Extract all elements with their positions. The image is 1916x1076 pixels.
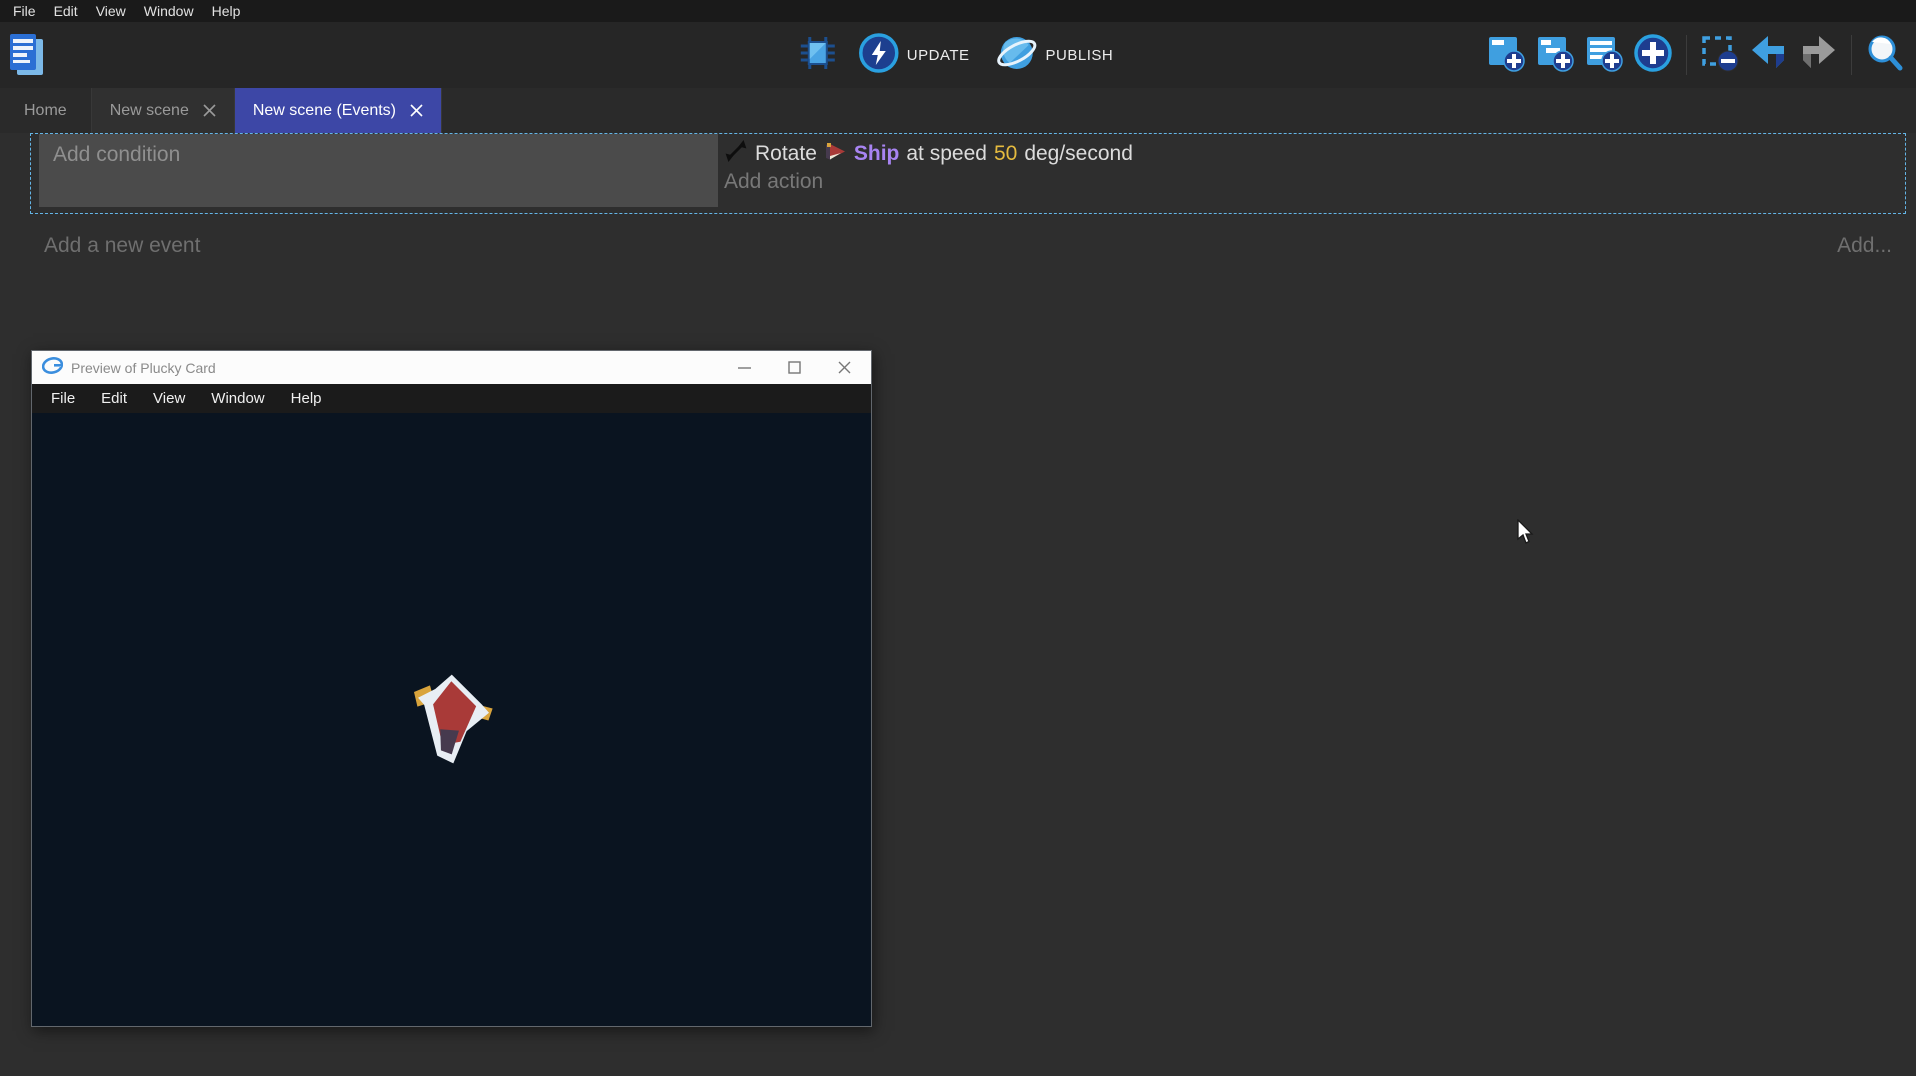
action-suffix-text: deg/second — [1024, 142, 1133, 166]
preview-menubar: File Edit View Window Help — [32, 384, 871, 413]
minimize-icon[interactable] — [737, 361, 751, 375]
update-label: UPDATE — [907, 47, 970, 64]
tab-home-label: Home — [24, 102, 67, 120]
menu-view[interactable]: View — [87, 0, 135, 22]
close-icon[interactable] — [837, 361, 851, 375]
action-object-name: Ship — [854, 142, 900, 166]
selected-event-row[interactable]: Add condition Rotate — [30, 133, 1906, 214]
preview-window-title: Preview of Plucky Card — [71, 360, 216, 376]
action-middle-text: at speed — [906, 142, 987, 166]
add-condition-placeholder: Add condition — [53, 143, 180, 166]
remove-selection-button[interactable] — [1699, 34, 1741, 76]
update-lightning-icon — [859, 33, 899, 78]
debugger-bug-icon — [798, 34, 838, 77]
publish-label: PUBLISH — [1046, 47, 1114, 64]
add-comment-icon — [1583, 33, 1625, 78]
rotate-arrows-icon — [724, 139, 748, 169]
update-button[interactable]: UPDATE — [853, 29, 976, 82]
main-toolbar: UPDATE PUBLISH — [0, 22, 1916, 88]
maximize-icon[interactable] — [787, 361, 801, 375]
publish-planet-icon — [996, 33, 1038, 78]
tab-new-scene-events[interactable]: New scene (Events) — [235, 88, 442, 133]
tab-home[interactable]: Home — [0, 88, 92, 133]
preview-titlebar[interactable]: Preview of Plucky Card — [32, 351, 871, 384]
preview-menu-view[interactable]: View — [140, 390, 198, 407]
preview-menu-edit[interactable]: Edit — [88, 390, 140, 407]
add-condition-zone[interactable]: Add condition — [39, 134, 718, 207]
redo-icon — [1797, 34, 1839, 77]
preview-menu-file[interactable]: File — [38, 390, 88, 407]
menu-edit[interactable]: Edit — [45, 0, 87, 22]
add-action-zone[interactable]: Add action — [724, 170, 1905, 194]
add-sub-event-button[interactable] — [1534, 34, 1576, 76]
add-new-event-icon — [1485, 33, 1527, 78]
preview-menu-help[interactable]: Help — [278, 390, 335, 407]
search-events-button[interactable] — [1864, 34, 1906, 76]
add-comment-button[interactable] — [1583, 34, 1625, 76]
add-new-event-label: Add a new event — [44, 234, 200, 258]
undo-icon — [1748, 34, 1790, 77]
add-sub-event-icon — [1534, 33, 1576, 78]
publish-button[interactable]: PUBLISH — [990, 29, 1120, 82]
editor-tabbar: Home New scene New scene (Events) — [0, 88, 1916, 133]
window-controls — [737, 361, 861, 375]
toolbar-separator — [1851, 35, 1852, 75]
project-manager-button[interactable] — [7, 31, 47, 79]
search-icon — [1865, 33, 1905, 78]
undo-button[interactable] — [1748, 34, 1790, 76]
menu-window[interactable]: Window — [135, 0, 203, 22]
tab-new-scene-label: New scene — [110, 102, 189, 120]
remove-selection-icon — [1699, 33, 1741, 78]
close-tab-icon[interactable] — [203, 104, 216, 117]
action-verb: Rotate — [755, 142, 817, 166]
add-event-button[interactable]: Add... — [1837, 234, 1892, 258]
debugger-button[interactable] — [797, 34, 839, 76]
menu-file[interactable]: File — [4, 0, 45, 22]
redo-button[interactable] — [1797, 34, 1839, 76]
tab-new-scene-events-label: New scene (Events) — [253, 102, 396, 120]
toolbar-separator — [1686, 35, 1687, 75]
choose-and-add-event-button[interactable] — [1632, 34, 1674, 76]
rotate-action[interactable]: Rotate Ship at speed 50 deg/second — [724, 139, 1905, 169]
add-new-event-row[interactable]: Add a new event Add... — [30, 223, 1906, 269]
menu-help[interactable]: Help — [203, 0, 250, 22]
tab-new-scene[interactable]: New scene — [92, 88, 235, 133]
add-circle-icon — [1633, 33, 1673, 78]
ship-object-icon — [824, 142, 847, 167]
gdevelop-logo-icon — [42, 357, 63, 379]
project-manager-icon — [7, 66, 47, 83]
close-tab-icon[interactable] — [410, 104, 423, 117]
preview-window: Preview of Plucky Card File Edit View Wi… — [31, 350, 872, 1027]
ship-sprite — [407, 668, 497, 770]
game-canvas[interactable] — [32, 413, 871, 1026]
app-menubar: File Edit View Window Help — [0, 0, 1916, 22]
actions-column: Rotate Ship at speed 50 deg/second Add a… — [718, 134, 1905, 207]
action-value: 50 — [994, 142, 1017, 166]
add-new-event-button[interactable] — [1485, 34, 1527, 76]
preview-menu-window[interactable]: Window — [198, 390, 277, 407]
